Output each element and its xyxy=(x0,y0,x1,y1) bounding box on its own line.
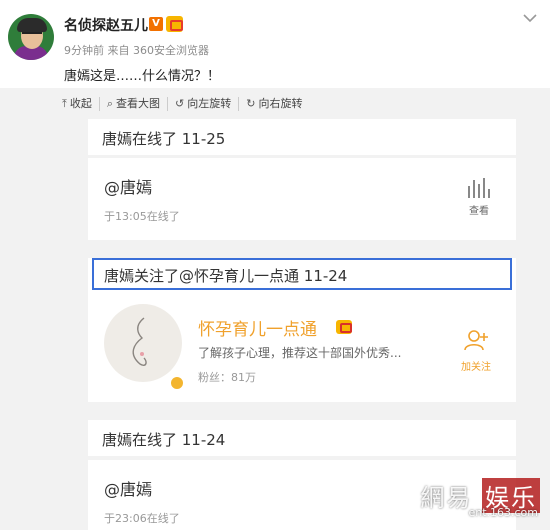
rotate-left-button[interactable]: ↺ 向左旋转 xyxy=(175,97,240,111)
watermark-url: ent.163.com xyxy=(468,506,538,519)
at-username: @唐嫣 xyxy=(104,480,153,499)
pregnancy-line-art-icon xyxy=(132,317,147,367)
entry-title: 唐嫣在线了 11-24 xyxy=(102,431,226,449)
activity-entry-1: 唐嫣在线了 11-25 xyxy=(88,119,516,155)
watermark-brand: 網易 xyxy=(420,484,473,512)
post-text: 唐嫣这是……什么情况？！ xyxy=(64,69,221,84)
member-icon xyxy=(166,16,183,32)
account-name: 怀孕育儿一点通 xyxy=(198,320,317,340)
image-toolbar: ⤒ 收起 ⌕ 查看大图 ↺ 向左旋转 ↻ 向右旋转 xyxy=(62,95,316,113)
follow-label: 加关注 xyxy=(461,362,491,373)
collapse-up-icon: ⤒ xyxy=(62,97,67,110)
entry-title: 唐嫣在线了 11-25 xyxy=(102,130,226,148)
at-username: @唐嫣 xyxy=(104,178,153,197)
rotate-left-label: 向左旋转 xyxy=(187,97,232,110)
chevron-down-icon[interactable] xyxy=(522,12,538,24)
entry-title: 唐嫣关注了@怀孕育儿一点通 11-24 xyxy=(104,267,348,285)
view-button: 查看 xyxy=(464,178,494,217)
rotate-right-label: 向右旋转 xyxy=(258,97,303,110)
post-meta: 9分钟前 来自 360安全浏览器 xyxy=(64,44,209,57)
avatar-hair xyxy=(17,18,47,32)
account-description: 了解孩子心理，推荐这十部国外优秀... xyxy=(198,346,402,360)
view-large-button[interactable]: ⌕ 查看大图 xyxy=(106,97,169,111)
follow-button: 加关注 xyxy=(456,329,496,373)
online-time: 于13:05在线了 xyxy=(104,210,180,223)
weibo-post-header: 名侦探赵五儿 V 9分钟前 来自 360安全浏览器 唐嫣这是……什么情况？！ xyxy=(0,0,550,92)
bar-chart-icon xyxy=(464,178,494,198)
verified-icon xyxy=(170,376,184,390)
verified-icon: V xyxy=(149,17,163,31)
follow-entry-card: 唐嫣关注了@怀孕育儿一点通 11-24 怀孕育儿一点通 了解孩子心理，推荐这十部… xyxy=(88,258,516,402)
collapse-label: 收起 xyxy=(69,97,92,110)
highlight-box: 唐嫣关注了@怀孕育儿一点通 11-24 xyxy=(92,258,512,290)
view-label: 查看 xyxy=(469,206,489,217)
user-card-1: @唐嫣 于13:05在线了 查看 xyxy=(88,158,516,240)
rotate-right-button[interactable]: ↻ 向右旋转 xyxy=(246,97,309,111)
rotate-right-icon: ↻ xyxy=(246,97,256,110)
member-icon xyxy=(336,320,352,334)
view-large-label: 查看大图 xyxy=(116,97,161,110)
activity-entry-3: 唐嫣在线了 11-24 xyxy=(88,420,516,456)
account-avatar xyxy=(104,304,182,382)
collapse-button[interactable]: ⤒ 收起 xyxy=(62,97,100,111)
add-user-icon xyxy=(464,330,488,351)
account-fans: 粉丝：81万 xyxy=(198,371,256,384)
search-icon: ⌕ xyxy=(106,97,114,110)
online-time: 于23:06在线了 xyxy=(104,512,180,525)
rotate-left-icon: ↺ xyxy=(175,97,185,110)
user-avatar[interactable] xyxy=(8,14,54,60)
avatar-glasses xyxy=(22,32,42,37)
username[interactable]: 名侦探赵五儿 xyxy=(64,15,148,35)
